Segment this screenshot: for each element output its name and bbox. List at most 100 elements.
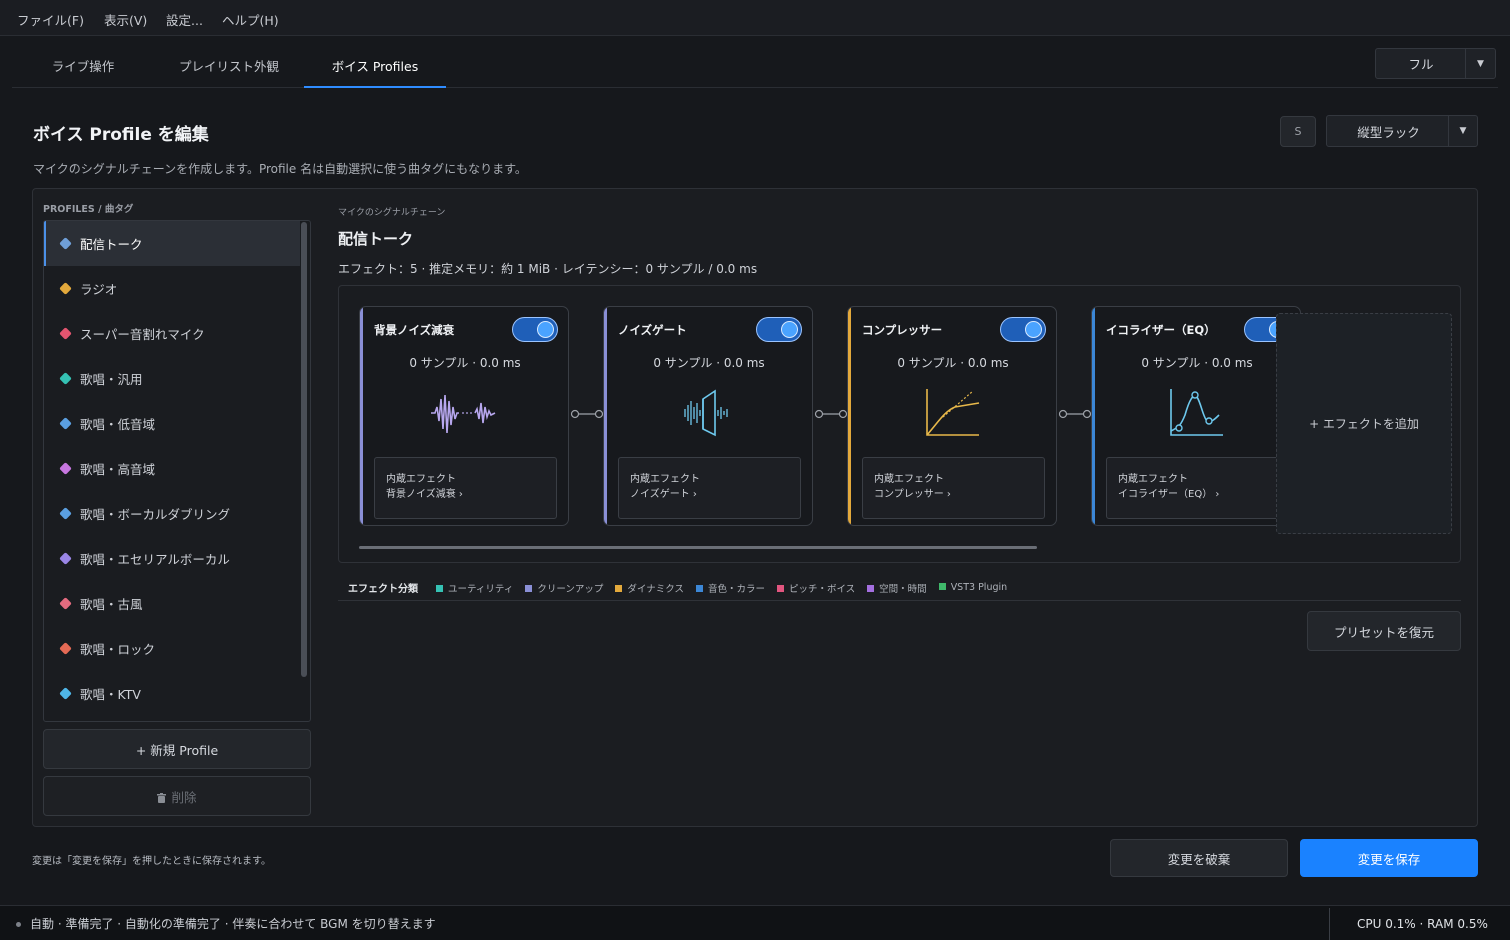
discard-changes-button[interactable]: 変更を破棄: [1110, 839, 1288, 877]
page-subtitle: マイクのシグナルチェーンを作成します。Profile 名は自動選択に使う曲タグに…: [33, 162, 527, 176]
trash-icon: [157, 791, 167, 803]
effect-card[interactable]: コンプレッサー 0 サンプル · 0.0 ms 内蔵エフェクト コンプレッサー ›: [847, 306, 1057, 526]
profile-label: ラジオ: [80, 282, 118, 297]
legend-item: ピッチ・ボイス: [776, 581, 856, 595]
effect-latency: 0 サンプル · 0.0 ms: [653, 356, 765, 370]
tag-icon: [60, 373, 74, 385]
legend-item: 音色・カラー: [695, 581, 765, 595]
profile-item[interactable]: 歌唱・エセリアルボーカル: [44, 536, 300, 581]
view-mode-label: フル: [1408, 57, 1434, 72]
profiles-header: PROFILES / 曲タグ: [43, 204, 134, 215]
tag-icon: [60, 328, 74, 340]
legend-item: クリーンアップ: [525, 581, 603, 595]
legend-item: ユーティリティ: [436, 581, 513, 595]
effect-card[interactable]: 背景ノイズ減衰 0 サンプル · 0.0 ms 内蔵エフェクト 背景ノイズ減衰 ›: [359, 306, 569, 526]
effect-card[interactable]: ノイズゲート 0 サンプル · 0.0 ms 内蔵エフェクト ノイズゲート ›: [603, 306, 813, 526]
effect-details-link: ノイズゲート ›: [630, 489, 697, 500]
tab-voice-profiles[interactable]: ボイス Profiles: [304, 36, 446, 88]
legend-swatch: [776, 584, 784, 592]
legend-swatch: [615, 584, 623, 592]
menu-view[interactable]: 表示(V): [104, 10, 147, 29]
chain-connector-icon: [569, 408, 605, 420]
menu-file[interactable]: ファイル(F): [17, 10, 84, 29]
effect-latency: 0 サンプル · 0.0 ms: [409, 356, 521, 370]
layout-select[interactable]: 縦型ラック ▼: [1326, 115, 1478, 147]
delete-label: 削除: [171, 789, 197, 805]
effect-name: コンプレッサー: [862, 323, 943, 337]
legend-label: 空間・時間: [879, 583, 927, 595]
category-accent: [604, 307, 607, 525]
effect-toggle[interactable]: [1000, 317, 1046, 342]
save-note: 変更は「変更を保存」を押したときに保存されます。: [32, 856, 271, 867]
legend-label: ユーティリティ: [448, 583, 514, 595]
legend-label: 音色・カラー: [707, 583, 765, 595]
tag-icon: [60, 508, 74, 520]
effect-latency: 0 サンプル · 0.0 ms: [1141, 356, 1253, 370]
s-button[interactable]: S: [1280, 116, 1316, 147]
chevron-down-icon[interactable]: ▼: [1465, 49, 1495, 78]
effect-name: ノイズゲート: [618, 323, 687, 337]
menu-settings[interactable]: 設定...: [166, 10, 203, 29]
profile-label: 歌唱・ロック: [80, 642, 156, 657]
profile-item[interactable]: 歌唱・KTV: [44, 671, 300, 716]
menu-help[interactable]: ヘルプ(H): [222, 10, 279, 29]
tag-icon: [60, 643, 74, 655]
profile-item[interactable]: 歌唱・高音域: [44, 446, 300, 491]
profile-item[interactable]: 歌唱・汎用: [44, 356, 300, 401]
chevron-down-icon[interactable]: ▼: [1448, 116, 1477, 146]
effect-toggle[interactable]: [756, 317, 802, 342]
effect-details-button[interactable]: 内蔵エフェクト ノイズゲート ›: [618, 457, 801, 519]
effect-details-button[interactable]: 内蔵エフェクト イコライザー（EQ） ›: [1106, 457, 1289, 519]
chain-title: 配信トーク: [338, 230, 414, 248]
chain-connector-icon: [813, 408, 849, 420]
tab-live-control[interactable]: ライブ操作: [12, 36, 154, 88]
tag-icon: [60, 238, 74, 250]
profile-item[interactable]: スーパー音割れマイク: [44, 311, 300, 356]
new-profile-button[interactable]: + 新規 Profile: [43, 729, 311, 769]
legend-label: ダイナミクス: [627, 583, 684, 595]
legend-swatch: [867, 584, 875, 592]
status-divider: [1329, 908, 1330, 940]
chain-connector-icon: [1057, 408, 1093, 420]
chain-stats: エフェクト：5 · 推定メモリ：約 1 MiB · レイテンシー：0 サンプル …: [338, 262, 758, 276]
category-accent: [1092, 307, 1095, 525]
view-mode-select[interactable]: フル ▼: [1375, 48, 1496, 79]
profile-item[interactable]: 歌唱・低音域: [44, 401, 300, 446]
effect-card[interactable]: イコライザー（EQ） 0 サンプル · 0.0 ms 内蔵エフェクト イコライザー（E…: [1091, 306, 1301, 526]
category-accent: [360, 307, 363, 525]
profile-list-scrollbar[interactable]: [301, 222, 307, 677]
profile-label: 歌唱・ボーカルダブリング: [80, 507, 231, 522]
effect-details-button[interactable]: 内蔵エフェクト コンプレッサー ›: [862, 457, 1045, 519]
legend-label: クリーンアップ: [537, 583, 604, 595]
effect-type: 内蔵エフェクト: [386, 474, 456, 485]
chain-scrollbar[interactable]: [359, 546, 1037, 549]
profile-list: 配信トークラジオスーパー音割れマイク 歌唱・汎用 歌唱・低音域 歌唱・高音域歌唱・ボー…: [43, 220, 311, 722]
compressor-curve-icon: [913, 385, 993, 441]
legend-label: ピッチ・ボイス: [788, 583, 856, 595]
delete-profile-button[interactable]: 削除: [43, 776, 311, 816]
effect-toggle[interactable]: [512, 317, 558, 342]
profile-item[interactable]: ラジオ: [44, 266, 300, 311]
profile-label: 配信トーク: [80, 237, 143, 252]
tag-icon: [60, 283, 74, 295]
effect-details-link: コンプレッサー ›: [874, 489, 951, 500]
effect-details-link: 背景ノイズ減衰 ›: [386, 489, 463, 500]
profile-label: 歌唱・古風: [80, 597, 143, 612]
profile-item[interactable]: 配信トーク: [44, 221, 300, 266]
restore-preset-button[interactable]: プリセットを復元: [1307, 611, 1461, 651]
profile-item[interactable]: 歌唱・ロック: [44, 626, 300, 671]
chain-caption: マイクのシグナルチェーン: [338, 208, 446, 218]
effect-name: イコライザー（EQ）: [1106, 323, 1216, 337]
status-text: 自動 · 準備完了 · 自動化の準備完了 · 伴奏に合わせて BGM を切り替え…: [16, 915, 436, 932]
add-effect-button[interactable]: + エフェクトを追加: [1276, 313, 1452, 534]
tag-icon: [60, 688, 74, 700]
save-changes-button[interactable]: 変更を保存: [1300, 839, 1478, 877]
effect-details-button[interactable]: 内蔵エフェクト 背景ノイズ減衰 ›: [374, 457, 557, 519]
tab-playlist-appearance[interactable]: プレイリスト外観: [154, 36, 304, 88]
tab-bar: ライブ操作 プレイリスト外観 ボイス Profiles: [12, 36, 1498, 88]
effect-latency: 0 サンプル · 0.0 ms: [897, 356, 1009, 370]
profile-item[interactable]: 歌唱・古風: [44, 581, 300, 626]
profile-item[interactable]: 歌唱・ボーカルダブリング: [44, 491, 300, 536]
profile-label: 歌唱・KTV: [80, 687, 141, 702]
legend-title: エフェクト分類: [348, 584, 418, 595]
